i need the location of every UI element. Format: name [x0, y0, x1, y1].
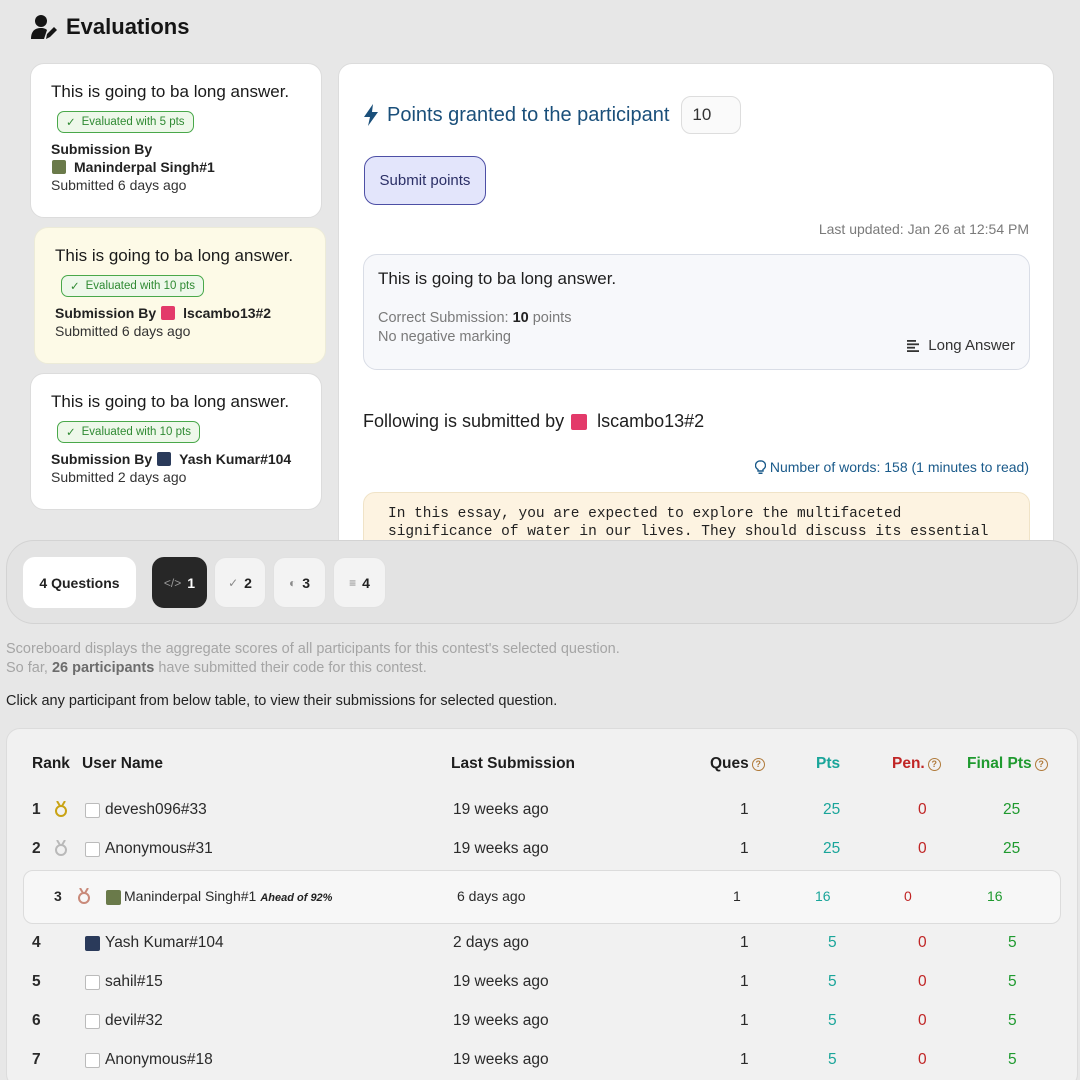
- check-shield-icon: ✓: [66, 117, 76, 129]
- evaluation-card-selected[interactable]: This is going to ba long answer. ✓ Evalu…: [34, 227, 326, 364]
- table-row[interactable]: 5 sahil#15 19 weeks ago 1 5 0 5: [7, 963, 1077, 1002]
- question-box: This is going to ba long answer. Correct…: [363, 254, 1030, 370]
- col-ques: Ques?: [710, 755, 765, 773]
- submission-by-label: Submission By: [55, 305, 157, 321]
- user-name: Maninderpal Singh#1 Ahead of 92%: [124, 888, 333, 904]
- page-title: Evaluations: [66, 14, 190, 39]
- evaluated-badge: ✓ Evaluated with 10 pts: [61, 275, 204, 297]
- avatar: [85, 803, 100, 818]
- col-final: Final Pts?: [967, 755, 1048, 773]
- avatar: [52, 160, 66, 174]
- col-user: User Name: [82, 755, 163, 772]
- tab-question-2[interactable]: ✓ 2: [214, 557, 266, 608]
- question-tabs: 4 Questions </> 1 ✓ 2 ◐ 3 ≡ 4: [6, 540, 1078, 624]
- avatar: [85, 1053, 100, 1068]
- submission-by-label: Submission By: [51, 141, 153, 157]
- submitter-name: lscambo13#2: [597, 411, 705, 431]
- scoreboard-table: Rank User Name Last Submission Ques? Pts…: [6, 728, 1078, 1080]
- submitted-time: Submitted 6 days ago: [51, 177, 187, 193]
- table-row[interactable]: 4 Yash Kumar#104 2 days ago 1 5 0 5: [7, 924, 1077, 963]
- evaluation-question: This is going to ba long answer.: [51, 392, 290, 411]
- table-row[interactable]: 6 devil#32 19 weeks ago 1 5 0 5: [7, 1002, 1077, 1041]
- points-label: Points granted to the participant: [387, 103, 670, 126]
- silver-medal-icon: [54, 840, 68, 859]
- table-row[interactable]: 1 devesh096#33 19 weeks ago 1 25 0 25: [7, 791, 1077, 830]
- avatar: [571, 413, 588, 430]
- user-name: Yash Kumar#104: [105, 934, 224, 951]
- half-circle-icon: ◐: [288, 575, 297, 590]
- tab-question-4[interactable]: ≡ 4: [333, 557, 386, 608]
- lightning-icon: [364, 104, 378, 126]
- evaluated-badge: ✓ Evaluated with 10 pts: [57, 421, 200, 443]
- bronze-medal-icon: [77, 888, 91, 905]
- evaluation-detail-panel: Points granted to the participant Submit…: [338, 63, 1054, 623]
- submission-by-label: Submission By: [51, 451, 153, 467]
- submitter-name: Yash Kumar#104: [179, 451, 292, 467]
- last-updated: Last updated: Jan 26 at 12:54 PM: [818, 221, 1029, 237]
- question-type-tag: Long Answer: [907, 337, 1015, 354]
- col-pen: Pen.?: [892, 755, 941, 773]
- question-text: This is going to ba long answer.: [378, 269, 617, 288]
- scoreboard-instruction: Click any participant from below table, …: [6, 693, 558, 709]
- text-lines-icon: [907, 339, 920, 352]
- lightbulb-icon: [754, 459, 766, 474]
- col-last-submission: Last Submission: [451, 755, 576, 772]
- col-pts: Pts: [816, 755, 841, 772]
- word-count: Number of words: 158 (1 minutes to read): [754, 459, 1029, 475]
- avatar: [161, 306, 176, 320]
- double-check-icon: ✓: [228, 575, 239, 590]
- submitter-name: Maninderpal Singh#1: [74, 159, 215, 175]
- evaluation-question: This is going to ba long answer.: [55, 246, 294, 265]
- table-row[interactable]: 7 Anonymous#18 19 weeks ago 1 5 0 5: [7, 1041, 1077, 1080]
- user-edit-icon: [31, 15, 57, 39]
- submit-points-button[interactable]: Submit points: [364, 156, 486, 205]
- submitted-by-heading: Following is submitted by lscambo13#2: [363, 411, 705, 431]
- submitter-name: lscambo13#2: [183, 305, 272, 321]
- points-row: Points granted to the participant: [363, 96, 742, 134]
- ahead-badge: Ahead of 92%: [260, 892, 333, 904]
- tab-question-3[interactable]: ◐ 3: [273, 557, 326, 608]
- user-name: Anonymous#31: [105, 840, 213, 857]
- avatar: [85, 842, 100, 857]
- user-name: Anonymous#18: [105, 1051, 213, 1068]
- points-input[interactable]: [681, 96, 742, 134]
- text-lines-icon: ≡: [349, 575, 357, 590]
- submitted-time: Submitted 2 days ago: [51, 469, 187, 485]
- user-name: sahil#15: [105, 973, 163, 990]
- user-name: devesh096#33: [105, 801, 207, 818]
- evaluation-card[interactable]: This is going to ba long answer. ✓ Evalu…: [30, 373, 322, 510]
- code-icon: </>: [163, 575, 182, 590]
- avatar: [85, 1014, 100, 1029]
- avatar: [85, 936, 100, 951]
- gold-medal-icon: [54, 801, 68, 820]
- table-row-current-user[interactable]: 3 Maninderpal Singh#1 Ahead of 92% 6 days…: [23, 870, 1061, 924]
- avatar: [106, 890, 121, 905]
- table-row[interactable]: 2 Anonymous#31 19 weeks ago 1 25 0 25: [7, 830, 1077, 869]
- check-shield-icon: ✓: [66, 427, 76, 439]
- help-icon: ?: [927, 758, 941, 771]
- help-icon: ?: [1034, 758, 1048, 771]
- evaluation-card[interactable]: This is going to ba long answer. ✓ Evalu…: [30, 63, 322, 218]
- page-header: Evaluations: [30, 14, 189, 40]
- tab-question-1[interactable]: </> 1: [152, 557, 207, 608]
- evaluation-question: This is going to ba long answer.: [51, 82, 290, 101]
- help-icon: ?: [751, 758, 765, 771]
- correct-submission: Correct Submission: 10 points: [378, 310, 572, 326]
- col-rank: Rank: [32, 755, 70, 772]
- check-shield-icon: ✓: [70, 281, 80, 293]
- avatar: [157, 452, 172, 466]
- submitted-time: Submitted 6 days ago: [55, 323, 191, 339]
- avatar: [85, 975, 100, 990]
- question-count: 4 Questions: [23, 557, 136, 608]
- evaluated-badge: ✓ Evaluated with 5 pts: [57, 111, 194, 133]
- scoreboard-info: Scoreboard displays the aggregate scores…: [6, 641, 620, 676]
- user-name: devil#32: [105, 1012, 163, 1029]
